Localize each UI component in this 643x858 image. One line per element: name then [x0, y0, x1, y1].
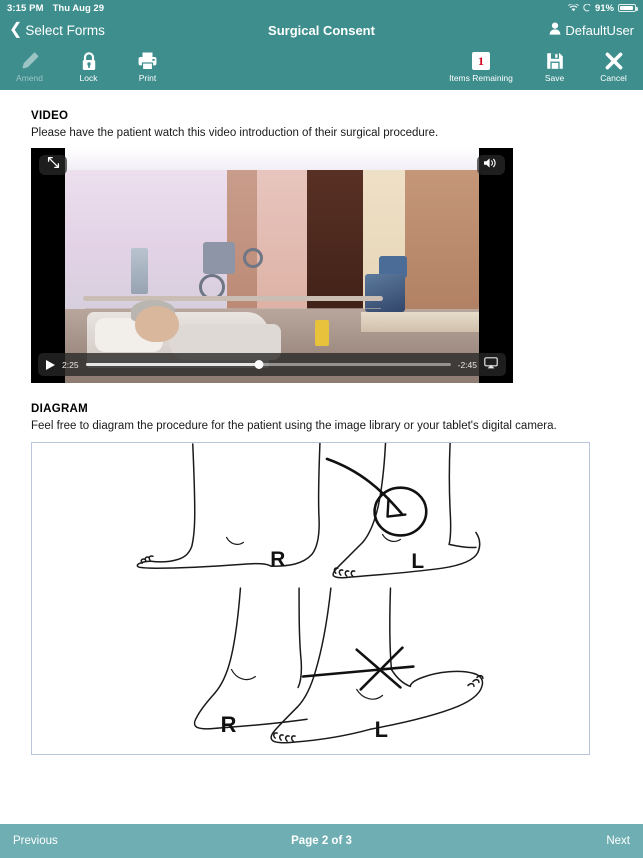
previous-page-button[interactable]: Previous: [13, 835, 58, 847]
wifi-icon: [567, 4, 579, 12]
video-volume-button[interactable]: [477, 155, 505, 175]
toolbar-left-group: Amend Lock Print: [0, 45, 177, 83]
bottom-right-foot-label: R: [221, 712, 237, 737]
form-content-area: VIDEO Please have the patient watch this…: [0, 90, 643, 824]
lock-button[interactable]: Lock: [59, 45, 118, 83]
airplay-icon[interactable]: [484, 356, 498, 374]
pencil-icon: [20, 49, 40, 73]
video-fullscreen-button[interactable]: [39, 155, 67, 175]
foot-diagram-drawing: R L R L: [136, 443, 484, 744]
status-bar-date: Thu Aug 29: [52, 2, 104, 14]
top-foot-illustration: [136, 443, 481, 579]
fullscreen-expand-icon: [47, 156, 60, 174]
floppy-disk-icon: [545, 49, 565, 73]
diagram-section-heading: DIAGRAM: [31, 403, 89, 415]
print-button-label: Print: [138, 73, 157, 83]
amend-button-label: Amend: [16, 73, 43, 83]
printer-icon: [137, 49, 158, 73]
video-scrubber[interactable]: [85, 359, 451, 371]
cancel-button[interactable]: Cancel: [584, 45, 643, 83]
save-button-label: Save: [544, 73, 565, 83]
action-toolbar: Amend Lock Print 1 Items Remaining Save …: [0, 45, 643, 90]
next-page-button[interactable]: Next: [606, 835, 630, 847]
items-remaining-label: Items Remaining: [449, 73, 513, 83]
person-icon: [549, 22, 561, 40]
diagram-section-description: Feel free to diagram the procedure for t…: [31, 420, 557, 432]
app-root: 3:15 PM Thu Aug 29 91% ❮ Select Forms Su…: [0, 0, 643, 858]
location-arrow-icon: [583, 4, 591, 12]
status-bar: 3:15 PM Thu Aug 29 91%: [0, 0, 643, 16]
status-bar-right-group: 91%: [567, 2, 638, 14]
toolbar-right-group: 1 Items Remaining Save Cancel: [437, 45, 643, 83]
user-account-button[interactable]: DefaultUser: [549, 22, 634, 40]
lock-button-label: Lock: [79, 73, 98, 83]
top-right-foot-label: R: [270, 548, 285, 571]
circle-with-arrow-annotation: [325, 457, 428, 537]
save-button[interactable]: Save: [525, 45, 584, 83]
chevron-left-icon: ❮: [9, 21, 23, 38]
video-section-description: Please have the patient watch this video…: [31, 127, 439, 139]
page-indicator: Page 2 of 3: [291, 835, 352, 847]
video-remaining-time: -2:45: [457, 359, 477, 370]
battery-percent-label: 91%: [594, 2, 614, 14]
badge-count-icon: 1: [472, 49, 490, 73]
video-player[interactable]: 2:25 -2:45: [31, 148, 513, 383]
back-to-select-forms-button[interactable]: ❮ Select Forms: [9, 21, 105, 39]
scrubber-handle[interactable]: [254, 360, 264, 369]
back-button-label: Select Forms: [25, 23, 105, 38]
cancel-button-label: Cancel: [600, 73, 627, 83]
items-remaining-button[interactable]: 1 Items Remaining: [437, 45, 525, 83]
user-name-label: DefaultUser: [565, 23, 634, 38]
video-section-heading: VIDEO: [31, 110, 69, 122]
bottom-foot-illustration: [193, 587, 484, 744]
bottom-left-foot-label: L: [375, 717, 388, 742]
battery-icon: [618, 3, 638, 13]
status-bar-time: 3:15 PM: [7, 2, 44, 14]
video-frame-image: [65, 148, 479, 383]
pagination-bar: Previous Page 2 of 3 Next: [0, 824, 643, 858]
items-remaining-count: 1: [472, 52, 490, 70]
scrubber-fill: [85, 363, 259, 366]
print-button[interactable]: Print: [118, 45, 177, 83]
speaker-volume-icon: [483, 156, 499, 174]
lock-icon: [79, 49, 99, 73]
play-icon[interactable]: [46, 359, 55, 370]
diagram-canvas[interactable]: R L R L: [31, 442, 590, 755]
video-controls-bar: 2:25 -2:45: [38, 353, 506, 376]
x-close-icon: [604, 49, 624, 73]
top-left-foot-label: L: [411, 550, 424, 573]
video-elapsed-time: 2:25: [62, 359, 79, 370]
amend-button[interactable]: Amend: [0, 45, 59, 83]
navigation-bar: ❮ Select Forms Surgical Consent DefaultU…: [0, 16, 643, 45]
